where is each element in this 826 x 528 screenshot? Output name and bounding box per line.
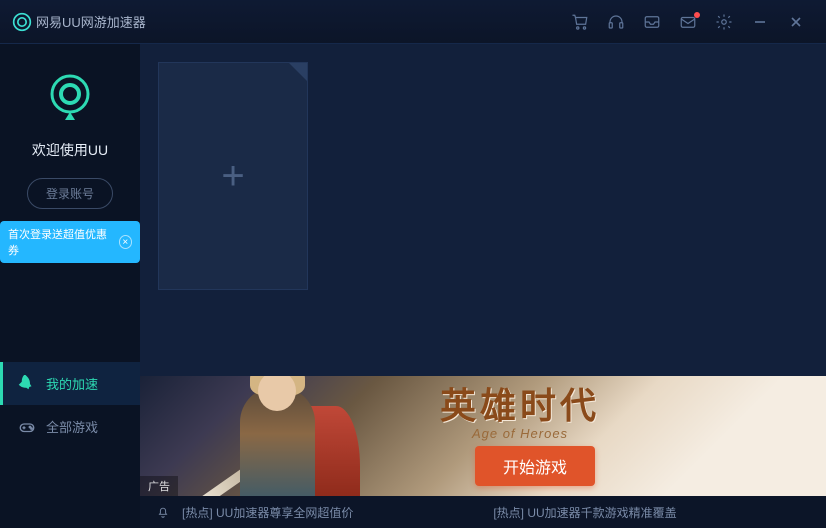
inbox-icon[interactable] <box>634 0 670 44</box>
nav-label: 全部游戏 <box>46 417 98 436</box>
plus-icon: + <box>221 154 244 199</box>
nav-all-games[interactable]: 全部游戏 <box>0 405 140 448</box>
login-button[interactable]: 登录账号 <box>27 178 113 209</box>
gamepad-icon <box>18 418 36 436</box>
rocket-icon <box>18 375 36 393</box>
banner-title: 英雄时代 <box>440 388 600 424</box>
nav-label: 我的加速 <box>46 374 98 393</box>
app-window: 网易UU网游加速器 <box>0 0 826 528</box>
ticker-item[interactable]: [热点] UU加速器尊享全网超值价 <box>182 504 353 521</box>
titlebar: 网易UU网游加速器 <box>0 0 826 44</box>
ticker-messages: [热点] UU加速器尊享全网超值价 [热点] UU加速器千款游戏精准覆盖 <box>182 504 810 521</box>
start-game-button[interactable]: 开始游戏 <box>475 446 595 486</box>
ticker-item[interactable]: [热点] UU加速器千款游戏精准覆盖 <box>493 504 676 521</box>
app-body: 欢迎使用UU 登录账号 首次登录送超值优惠券 × 我的加速 全部游戏 <box>0 44 826 528</box>
bell-icon <box>156 505 170 519</box>
uu-brand-icon <box>42 68 98 124</box>
promo-badge[interactable]: 首次登录送超值优惠券 × <box>0 221 140 263</box>
nav-my-boost[interactable]: 我的加速 <box>0 362 140 405</box>
banner-subtitle: Age of Heroes <box>440 426 600 441</box>
main-area: + 英雄时代 Age of Heroes 开始游戏 广告 <box>140 44 826 528</box>
promo-banner[interactable]: 英雄时代 Age of Heroes 开始游戏 广告 <box>140 376 826 496</box>
banner-title-block: 英雄时代 Age of Heroes <box>440 388 600 441</box>
cart-icon[interactable] <box>562 0 598 44</box>
hero-illustration <box>180 376 370 496</box>
ad-label: 广告 <box>140 476 178 496</box>
notification-dot <box>694 12 700 18</box>
add-game-card[interactable]: + <box>158 62 308 290</box>
headset-icon[interactable] <box>598 0 634 44</box>
sidebar-nav: 我的加速 全部游戏 <box>0 362 140 448</box>
close-button[interactable] <box>778 0 814 44</box>
content-area: + <box>140 44 826 376</box>
app-title: 网易UU网游加速器 <box>36 12 146 31</box>
promo-text: 首次登录送超值优惠券 <box>8 226 113 258</box>
uu-logo-icon <box>12 12 32 32</box>
mail-icon[interactable] <box>670 0 706 44</box>
minimize-button[interactable] <box>742 0 778 44</box>
promo-close-icon[interactable]: × <box>119 235 132 249</box>
sidebar: 欢迎使用UU 登录账号 首次登录送超值优惠券 × 我的加速 全部游戏 <box>0 44 140 528</box>
app-logo <box>12 12 32 32</box>
news-ticker: [热点] UU加速器尊享全网超值价 [热点] UU加速器千款游戏精准覆盖 <box>140 496 826 528</box>
welcome-text: 欢迎使用UU <box>32 140 108 160</box>
gear-icon[interactable] <box>706 0 742 44</box>
brand-mark <box>42 68 98 124</box>
